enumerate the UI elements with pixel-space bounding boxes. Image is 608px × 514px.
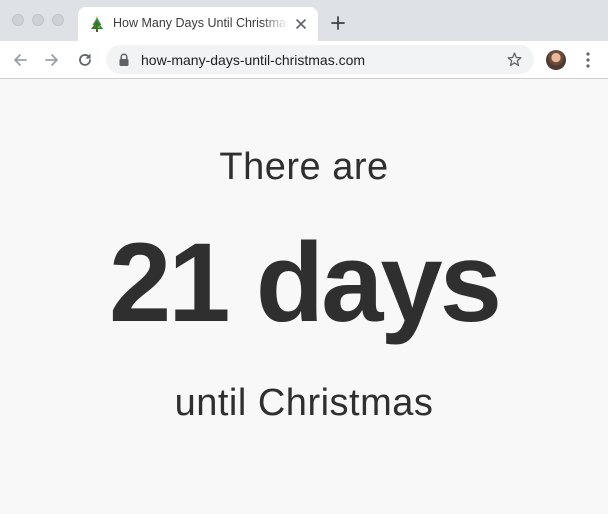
browser-window: How Many Days Until Christmas how-many-d… xyxy=(0,0,608,514)
reload-icon[interactable] xyxy=(76,51,94,69)
days-count: 21 days xyxy=(109,220,502,345)
kebab-menu-icon[interactable] xyxy=(580,51,596,69)
plus-icon[interactable] xyxy=(330,15,346,31)
tab-title: How Many Days Until Christmas xyxy=(113,16,288,30)
star-icon[interactable] xyxy=(506,51,523,68)
close-icon[interactable] xyxy=(294,17,308,31)
christmas-tree-icon xyxy=(91,16,103,32)
browser-toolbar: how-many-days-until-christmas.com xyxy=(0,41,608,79)
arrow-left-icon[interactable] xyxy=(11,51,29,69)
lead-text: There are xyxy=(219,146,389,188)
tail-text: until Christmas xyxy=(174,382,434,424)
url-text: how-many-days-until-christmas.com xyxy=(141,52,366,68)
tab-strip: How Many Days Until Christmas xyxy=(0,0,608,41)
window-minimize-button[interactable] xyxy=(32,14,44,26)
address-bar[interactable]: how-many-days-until-christmas.com xyxy=(106,45,534,74)
window-maximize-button[interactable] xyxy=(52,14,64,26)
window-close-button[interactable] xyxy=(12,14,24,26)
profile-avatar[interactable] xyxy=(546,50,566,70)
page-content: There are 21 days until Christmas xyxy=(0,79,608,514)
arrow-right-icon[interactable] xyxy=(43,51,61,69)
lock-icon xyxy=(119,53,129,66)
browser-tab[interactable]: How Many Days Until Christmas xyxy=(78,7,318,41)
